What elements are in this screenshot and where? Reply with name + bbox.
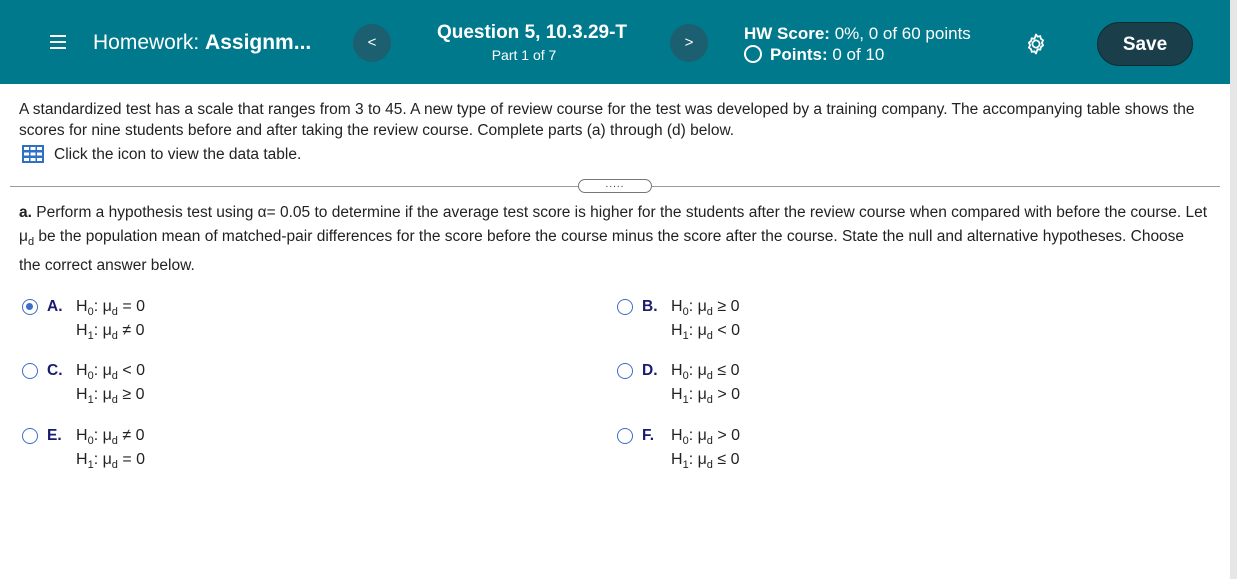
null-hypothesis: H0: μd > 0: [671, 427, 740, 447]
option-d[interactable]: D. H0: μd ≤ 0 H1: μd > 0: [617, 362, 957, 418]
option-c[interactable]: C. H0: μd < 0 H1: μd ≥ 0: [22, 362, 362, 418]
gear-icon[interactable]: [1024, 32, 1048, 56]
homework-prefix: Homework:: [93, 31, 200, 54]
question-title: Question 5, 10.3.29-T: [436, 22, 628, 43]
h-symbol: H: [671, 298, 683, 315]
h-symbol: H: [76, 298, 88, 315]
radio-c[interactable]: [22, 363, 38, 379]
part-label: a.: [19, 204, 32, 221]
previous-question-button[interactable]: <: [353, 24, 391, 62]
points: Points: 0 of 10: [744, 45, 884, 65]
relation: ≤ 0: [712, 362, 740, 379]
mu-subscript: d: [27, 235, 35, 248]
question-part: Part 1 of 7: [491, 47, 557, 63]
radio-b[interactable]: [617, 299, 633, 315]
alpha-symbol: α: [257, 204, 267, 221]
mu-symbol: : μ: [688, 451, 707, 468]
hw-score-value: 0%, 0 of 60 points: [834, 24, 971, 43]
option-letter: D.: [642, 362, 658, 379]
h-symbol: H: [671, 322, 683, 339]
option-letter: E.: [47, 427, 62, 444]
relation: ≥ 0: [712, 298, 740, 315]
points-value: 0 of 10: [832, 45, 885, 64]
h-symbol: H: [671, 386, 683, 403]
relation: < 0: [712, 322, 741, 339]
mu-symbol: : μ: [93, 386, 112, 403]
h-symbol: H: [671, 427, 683, 444]
h-symbol: H: [76, 451, 88, 468]
radio-f[interactable]: [617, 428, 633, 444]
mu-symbol: : μ: [688, 362, 707, 379]
alternative-hypothesis: H1: μd < 0: [671, 322, 740, 342]
mu-symbol: μ: [19, 227, 28, 245]
relation: = 0: [117, 298, 146, 315]
mu-symbol: : μ: [93, 362, 112, 379]
relation: = 0: [117, 451, 146, 468]
next-question-button[interactable]: >: [670, 24, 708, 62]
relation: ≠ 0: [117, 427, 145, 444]
null-hypothesis: H0: μd < 0: [76, 362, 145, 382]
mu-symbol: : μ: [688, 298, 707, 315]
relation: ≠ 0: [117, 322, 145, 339]
option-b[interactable]: B. H0: μd ≥ 0 H1: μd < 0: [617, 298, 957, 354]
points-label: Points:: [770, 45, 828, 64]
alternative-hypothesis: H1: μd ≠ 0: [76, 322, 145, 342]
option-e[interactable]: E. H0: μd ≠ 0 H1: μd = 0: [22, 427, 362, 483]
mu-symbol: : μ: [688, 427, 707, 444]
mu-symbol: : μ: [93, 427, 112, 444]
h-symbol: H: [671, 451, 683, 468]
alternative-hypothesis: H1: μd ≤ 0: [671, 451, 740, 471]
option-f[interactable]: F. H0: μd > 0 H1: μd ≤ 0: [617, 427, 957, 483]
mu-symbol: : μ: [93, 322, 112, 339]
option-letter: A.: [47, 298, 63, 315]
empty-circle-icon: [744, 45, 762, 63]
h-symbol: H: [76, 322, 88, 339]
null-hypothesis: H0: μd ≥ 0: [671, 298, 740, 318]
alternative-hypothesis: H1: μd ≥ 0: [76, 386, 145, 406]
h-symbol: H: [671, 362, 683, 379]
data-table-icon[interactable]: [22, 145, 44, 163]
h-symbol: H: [76, 386, 88, 403]
question-text-2: to determine if the average test score i…: [314, 204, 1208, 221]
option-a[interactable]: A. H0: μd = 0 H1: μd ≠ 0: [22, 298, 362, 354]
mu-symbol: : μ: [93, 298, 112, 315]
expand-collapse-button[interactable]: .....: [578, 179, 652, 193]
homework-name: Assignm...: [205, 31, 312, 54]
question-text: a. Perform a hypothesis test using α= 0.…: [19, 201, 1209, 278]
option-letter: C.: [47, 362, 63, 379]
homework-title: Homework: Assignm...: [93, 31, 311, 55]
relation: > 0: [712, 386, 741, 403]
mu-symbol: : μ: [688, 322, 707, 339]
h-symbol: H: [76, 427, 88, 444]
option-letter: B.: [642, 298, 658, 315]
problem-intro: A standardized test has a scale that ran…: [19, 101, 1195, 139]
null-hypothesis: H0: μd ≤ 0: [671, 362, 740, 382]
question-text-3: be the population mean of matched-pair d…: [19, 227, 1185, 275]
right-scroll-edge: [1230, 0, 1237, 579]
hamburger-menu-icon[interactable]: [50, 35, 66, 49]
radio-a[interactable]: [22, 299, 38, 315]
mu-symbol: : μ: [688, 386, 707, 403]
option-letter: F.: [642, 427, 655, 444]
data-table-link-text[interactable]: Click the icon to view the data table.: [54, 146, 301, 163]
save-button[interactable]: Save: [1097, 22, 1193, 66]
null-hypothesis: H0: μd ≠ 0: [76, 427, 145, 447]
radio-e[interactable]: [22, 428, 38, 444]
data-table-link[interactable]: Click the icon to view the data table.: [22, 145, 301, 164]
hw-score: HW Score: 0%, 0 of 60 points: [744, 24, 971, 44]
hw-score-label: HW Score:: [744, 24, 830, 43]
relation: > 0: [712, 427, 741, 444]
relation: ≤ 0: [712, 451, 740, 468]
null-hypothesis: H0: μd = 0: [76, 298, 145, 318]
alpha-value: = 0.05: [266, 204, 311, 221]
radio-d[interactable]: [617, 363, 633, 379]
top-header-bar: Homework: Assignm... < Question 5, 10.3.…: [0, 0, 1230, 84]
alternative-hypothesis: H1: μd = 0: [76, 451, 145, 471]
relation: ≥ 0: [117, 386, 145, 403]
h-symbol: H: [76, 362, 88, 379]
question-text-1: Perform a hypothesis test using: [36, 204, 254, 221]
mu-symbol: : μ: [93, 451, 112, 468]
relation: < 0: [117, 362, 146, 379]
alternative-hypothesis: H1: μd > 0: [671, 386, 740, 406]
